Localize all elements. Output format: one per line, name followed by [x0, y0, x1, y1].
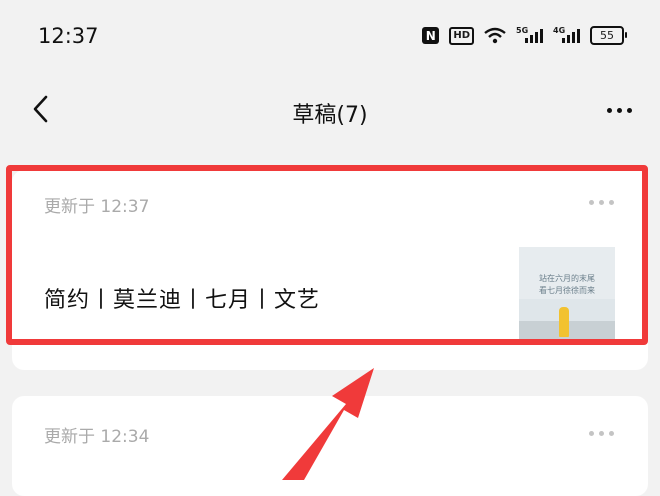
- more-options-button[interactable]: [607, 100, 632, 120]
- status-time: 12:37: [38, 24, 99, 48]
- signal-4g-label: 4G: [553, 25, 566, 35]
- wifi-icon: [484, 27, 506, 44]
- draft-more-button[interactable]: [589, 431, 614, 436]
- signal-4g-icon: 4G: [553, 25, 580, 43]
- hd-icon: HD: [449, 26, 474, 45]
- draft-updated-time: 更新于 12:34: [44, 427, 150, 447]
- more-horizontal-icon: [589, 431, 594, 436]
- page-title: 草稿(7): [292, 103, 368, 128]
- highlight-box: [6, 165, 648, 345]
- more-horizontal-icon: [607, 107, 612, 113]
- signal-5g-label: 5G: [516, 25, 529, 35]
- status-icons: N HD 5G 4G 55: [422, 25, 627, 45]
- arrow-up-icon: [282, 368, 374, 480]
- nfc-icon: N: [422, 27, 440, 44]
- battery-icon: 55: [590, 26, 627, 45]
- nav-bar: 草稿(7): [0, 72, 660, 148]
- status-bar: 12:37 N HD 5G 4G 55: [0, 0, 660, 72]
- signal-5g-icon: 5G: [516, 25, 543, 43]
